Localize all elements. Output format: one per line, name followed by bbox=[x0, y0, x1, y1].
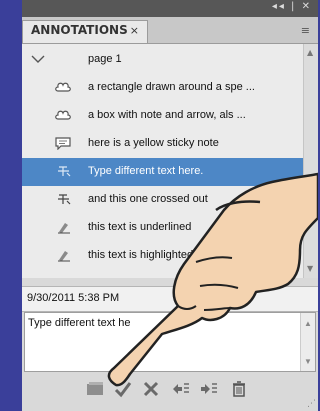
highlight-marker-icon bbox=[56, 248, 74, 264]
pointing-hand-overlay bbox=[107, 172, 318, 387]
panel-window-controls[interactable]: ◂◂ | ✕ bbox=[272, 1, 312, 12]
list-item-label: a box with note and arrow, als ... bbox=[88, 109, 246, 121]
panel-titlebar: ◂◂ | ✕ bbox=[22, 0, 318, 17]
tab-annotations[interactable]: ANNOTATIONS × bbox=[22, 20, 148, 43]
panel-menu-icon[interactable]: ≡ bbox=[301, 24, 310, 37]
tab-annotations-label: ANNOTATIONS bbox=[31, 23, 128, 37]
underline-highlight-icon bbox=[56, 220, 74, 236]
scroll-up-arrow-icon[interactable]: ▲ bbox=[307, 48, 313, 57]
text-replace-icon bbox=[56, 164, 74, 180]
list-item-label: page 1 bbox=[88, 53, 122, 65]
tab-row: ANNOTATIONS × ≡ bbox=[22, 17, 318, 44]
sticky-note-icon bbox=[54, 136, 72, 152]
list-item-label: here is a yellow sticky note bbox=[88, 137, 219, 149]
list-item-label: a rectangle drawn around a spe ... bbox=[88, 81, 255, 93]
cloud-shape-icon bbox=[54, 80, 72, 96]
tab-close-icon[interactable]: × bbox=[130, 24, 139, 37]
list-item[interactable]: a rectangle drawn around a spe ... bbox=[22, 74, 304, 102]
list-item[interactable]: a box with note and arrow, als ... bbox=[22, 102, 304, 130]
cloud-shape-icon bbox=[54, 108, 72, 124]
chevron-down-icon[interactable] bbox=[30, 52, 48, 68]
list-item-page-1[interactable]: page 1 bbox=[22, 46, 304, 74]
list-item[interactable]: here is a yellow sticky note bbox=[22, 130, 304, 158]
strikethrough-icon bbox=[56, 192, 74, 208]
